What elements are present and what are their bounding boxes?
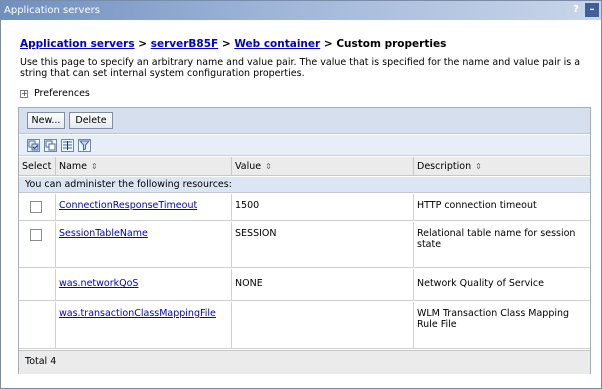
sort-icon[interactable]: ⇕ bbox=[475, 162, 482, 171]
sort-icon[interactable]: ⇕ bbox=[91, 162, 98, 171]
description-cell: HTTP connection timeout bbox=[417, 200, 537, 211]
name-cell: ConnectionResponseTimeout bbox=[56, 194, 232, 220]
column-header-select: Select bbox=[19, 157, 56, 176]
select-cell bbox=[19, 222, 56, 267]
property-name-link[interactable]: was.transactionClassMappingFile bbox=[59, 308, 216, 319]
sort-icon[interactable]: ⇕ bbox=[265, 162, 272, 171]
window-titlebar: Application servers ? – bbox=[1, 1, 601, 20]
breadcrumb-current: Custom properties bbox=[336, 38, 447, 50]
window-title: Application servers bbox=[4, 5, 100, 16]
value-cell: NONE bbox=[232, 269, 414, 300]
value-cell: 1500 bbox=[232, 194, 414, 220]
new-button[interactable]: New... bbox=[27, 112, 65, 129]
select-cell bbox=[19, 302, 56, 348]
value-cell bbox=[232, 302, 414, 348]
breadcrumb-separator: > bbox=[323, 38, 333, 50]
breadcrumb-server[interactable]: serverB85F bbox=[151, 38, 218, 50]
column-header-description[interactable]: Description ⇕ bbox=[414, 157, 590, 176]
name-cell: was.networkQoS bbox=[56, 269, 232, 300]
name-cell: was.transactionClassMappingFile bbox=[56, 302, 232, 348]
property-name-link[interactable]: SessionTableName bbox=[59, 228, 148, 239]
select-cell bbox=[19, 269, 56, 300]
breadcrumb-separator: > bbox=[221, 38, 231, 50]
app-window: Application servers ? – Application serv… bbox=[0, 0, 602, 389]
column-header-description-label[interactable]: Description bbox=[417, 161, 471, 172]
breadcrumb: Application servers > serverB85F > Web c… bbox=[20, 38, 446, 50]
preferences-label[interactable]: Preferences bbox=[34, 88, 90, 99]
column-header-name-label[interactable]: Name bbox=[59, 161, 87, 172]
table-info-row: You can administer the following resourc… bbox=[19, 177, 590, 193]
breadcrumb-separator: > bbox=[138, 38, 148, 50]
description-cell: Relational table name for session state bbox=[417, 228, 576, 250]
name-cell: SessionTableName bbox=[56, 222, 232, 267]
table-row: was.networkQoS NONE Network Quality of S… bbox=[19, 269, 590, 301]
table-row: ConnectionResponseTimeout 1500 HTTP conn… bbox=[19, 194, 590, 221]
row-checkbox[interactable] bbox=[30, 201, 42, 213]
select-cell bbox=[19, 194, 56, 220]
select-all-icon[interactable] bbox=[27, 139, 40, 152]
delete-button[interactable]: Delete bbox=[69, 112, 113, 129]
button-bar: New... Delete bbox=[19, 108, 590, 134]
add-filter-icon[interactable] bbox=[61, 139, 74, 152]
preferences-toggle[interactable]: + Preferences bbox=[20, 88, 90, 99]
expand-icon[interactable]: + bbox=[20, 89, 28, 98]
table-header: Select Name ⇕ Value ⇕ Description ⇕ bbox=[19, 157, 590, 176]
breadcrumb-web-container[interactable]: Web container bbox=[234, 38, 320, 50]
titlebar-controls: ? – bbox=[569, 3, 599, 18]
row-checkbox[interactable] bbox=[30, 229, 42, 241]
page-description: Use this page to specify an arbitrary na… bbox=[20, 57, 581, 79]
column-header-name[interactable]: Name ⇕ bbox=[56, 157, 232, 176]
property-name-link[interactable]: ConnectionResponseTimeout bbox=[59, 200, 197, 211]
table-row: SessionTableName SESSION Relational tabl… bbox=[19, 222, 590, 268]
table-icon-bar bbox=[19, 135, 590, 156]
column-header-value[interactable]: Value ⇕ bbox=[232, 157, 414, 176]
breadcrumb-application-servers[interactable]: Application servers bbox=[20, 38, 135, 50]
deselect-all-icon[interactable] bbox=[44, 139, 57, 152]
column-header-value-label[interactable]: Value bbox=[235, 161, 261, 172]
value-cell: SESSION bbox=[232, 222, 414, 267]
clear-filter-icon[interactable] bbox=[78, 139, 91, 152]
table-footer: Total 4 bbox=[19, 350, 590, 374]
help-icon[interactable]: ? bbox=[569, 3, 583, 17]
description-cell: Network Quality of Service bbox=[417, 278, 544, 289]
table-row: was.transactionClassMappingFile WLM Tran… bbox=[19, 302, 590, 349]
property-name-link[interactable]: was.networkQoS bbox=[59, 278, 138, 289]
resources-panel: New... Delete Select Name ⇕ Value ⇕ Desc… bbox=[18, 107, 591, 374]
minimize-icon[interactable]: – bbox=[585, 3, 599, 17]
description-cell: WLM Transaction Class Mapping Rule File bbox=[417, 308, 570, 330]
